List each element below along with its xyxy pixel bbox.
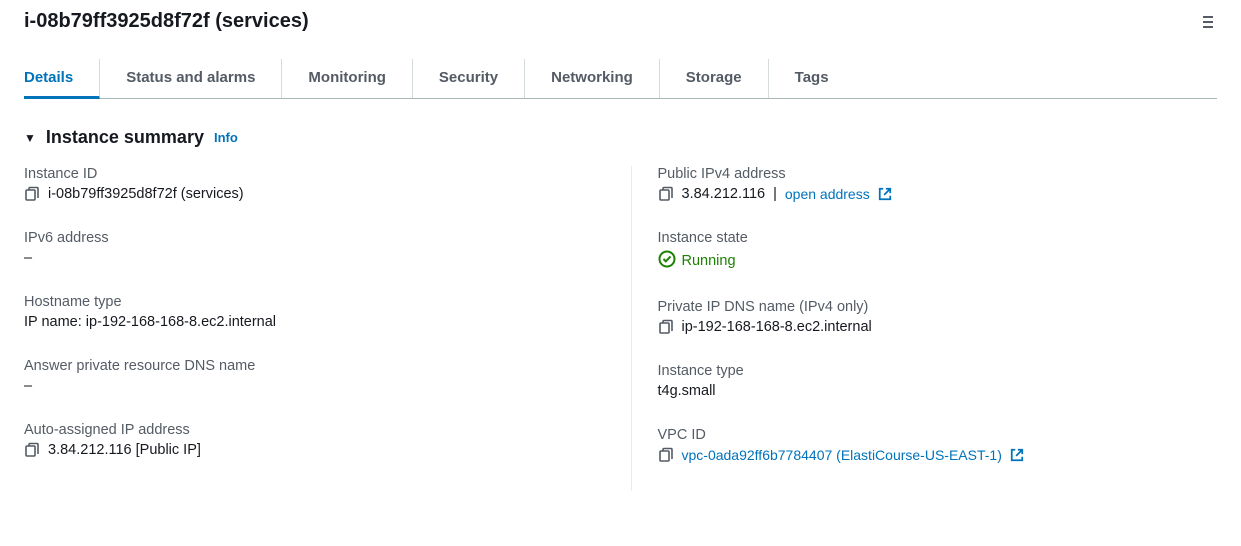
- vpc-id-label: VPC ID: [658, 427, 1218, 443]
- external-link-icon[interactable]: [1010, 448, 1024, 462]
- info-link[interactable]: Info: [214, 130, 238, 145]
- external-link-icon[interactable]: [878, 187, 892, 201]
- tab-security[interactable]: Security: [439, 59, 525, 98]
- copy-icon[interactable]: [658, 319, 674, 335]
- instance-id-value: i-08b79ff3925d8f72f (services): [48, 186, 244, 202]
- vpc-id-link[interactable]: vpc-0ada92ff6b7784407 (ElastiCourse-US-E…: [682, 447, 1002, 463]
- open-address-link[interactable]: open address: [785, 186, 870, 202]
- copy-icon[interactable]: [24, 442, 40, 458]
- copy-icon[interactable]: [24, 186, 40, 202]
- public-ipv4-label: Public IPv4 address: [658, 166, 1218, 182]
- tab-status-alarms[interactable]: Status and alarms: [126, 59, 282, 98]
- hostname-type-label: Hostname type: [24, 294, 611, 310]
- check-circle-icon: [658, 250, 676, 271]
- collapse-caret-icon[interactable]: ▼: [24, 131, 36, 145]
- public-ipv4-value: 3.84.212.116: [682, 186, 766, 202]
- tab-monitoring[interactable]: Monitoring: [308, 59, 412, 98]
- instance-type-label: Instance type: [658, 363, 1218, 379]
- menu-icon[interactable]: [1199, 12, 1217, 32]
- tab-bar: Details Status and alarms Monitoring Sec…: [24, 59, 1217, 99]
- instance-state-value: Running: [682, 253, 736, 269]
- copy-icon[interactable]: [658, 186, 674, 202]
- copy-icon[interactable]: [658, 447, 674, 463]
- tab-details[interactable]: Details: [24, 59, 100, 99]
- instance-state-label: Instance state: [658, 230, 1218, 246]
- public-ipv4-separator: |: [773, 186, 777, 202]
- answer-private-dns-label: Answer private resource DNS name: [24, 358, 611, 374]
- instance-type-value: t4g.small: [658, 383, 1218, 399]
- tab-storage[interactable]: Storage: [686, 59, 769, 98]
- instance-id-label: Instance ID: [24, 166, 611, 182]
- hostname-type-value: IP name: ip-192-168-168-8.ec2.internal: [24, 314, 611, 330]
- private-ip-dns-value: ip-192-168-168-8.ec2.internal: [682, 319, 872, 335]
- private-ip-dns-label: Private IP DNS name (IPv4 only): [658, 299, 1218, 315]
- section-title: Instance summary: [46, 127, 204, 148]
- ipv6-label: IPv6 address: [24, 230, 611, 246]
- tab-networking[interactable]: Networking: [551, 59, 660, 98]
- page-title: i-08b79ff3925d8f72f (services): [24, 10, 309, 33]
- auto-assigned-ip-label: Auto-assigned IP address: [24, 422, 611, 438]
- auto-assigned-ip-value: 3.84.212.116 [Public IP]: [48, 442, 201, 458]
- ipv6-value: –: [24, 250, 611, 266]
- tab-tags[interactable]: Tags: [795, 59, 855, 98]
- answer-private-dns-value: –: [24, 378, 611, 394]
